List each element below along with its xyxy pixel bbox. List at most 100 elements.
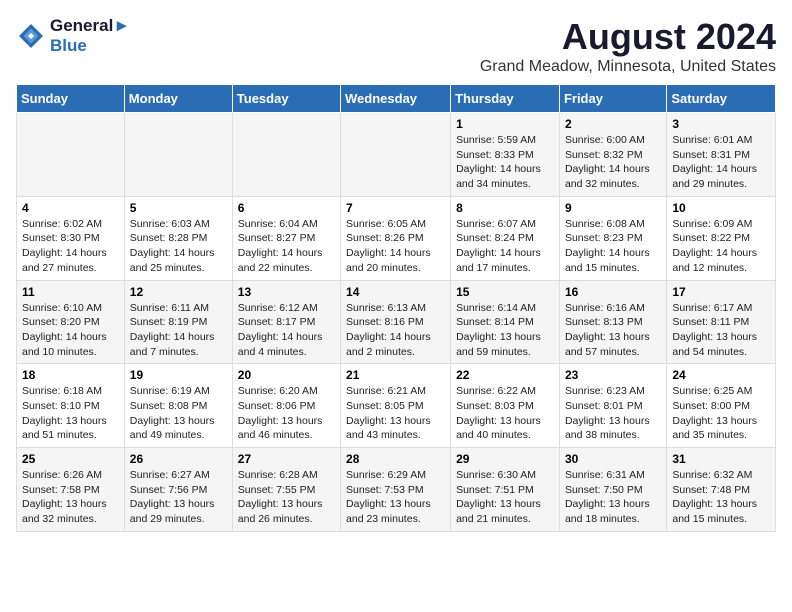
day-info: Sunrise: 6:03 AM Sunset: 8:28 PM Dayligh… [130, 217, 227, 276]
calendar-week-row: 18Sunrise: 6:18 AM Sunset: 8:10 PM Dayli… [17, 364, 776, 448]
calendar-cell: 19 Sunrise: 6:19 AM Sunset: 8:08 PM Dayli… [124, 364, 232, 448]
day-number: 18 [22, 368, 119, 382]
title-section: August 2024 Grand Meadow, Minnesota, Uni… [480, 16, 776, 76]
day-number: 9 [565, 201, 661, 215]
day-info: Sunrise: 6:07 AM Sunset: 8:24 PM Dayligh… [456, 217, 554, 276]
day-info: Sunrise: 6:11 AM Sunset: 8:19 PM Dayligh… [130, 301, 227, 360]
calendar-week-row: 25 Sunrise: 6:26 AM Sunset: 7:58 PM Dayli… [17, 448, 776, 532]
day-number: 23 [565, 368, 661, 382]
day-number: 29 [456, 452, 554, 466]
day-number: 15 [456, 285, 554, 299]
day-header-sunday: Sunday [17, 85, 125, 113]
calendar-cell: 23 Sunrise: 6:23 AM Sunset: 8:01 PM Dayli… [559, 364, 666, 448]
calendar-cell: 12 Sunrise: 6:11 AM Sunset: 8:19 PM Dayli… [124, 280, 232, 364]
calendar-cell: 13Sunrise: 6:12 AM Sunset: 8:17 PM Dayli… [232, 280, 340, 364]
calendar-cell: 1 Sunrise: 5:59 AM Sunset: 8:33 PM Daylig… [451, 113, 560, 197]
calendar-cell [341, 113, 451, 197]
calendar-cell: 11 Sunrise: 6:10 AM Sunset: 8:20 PM Dayli… [17, 280, 125, 364]
day-header-friday: Friday [559, 85, 666, 113]
subtitle: Grand Meadow, Minnesota, United States [480, 58, 776, 76]
calendar-cell: 14Sunrise: 6:13 AM Sunset: 8:16 PM Dayli… [341, 280, 451, 364]
main-title: August 2024 [480, 16, 776, 58]
day-header-saturday: Saturday [667, 85, 776, 113]
day-number: 11 [22, 285, 119, 299]
day-info: Sunrise: 6:16 AM Sunset: 8:13 PM Dayligh… [565, 301, 661, 360]
day-info: Sunrise: 6:17 AM Sunset: 8:11 PM Dayligh… [672, 301, 770, 360]
day-info: Sunrise: 6:00 AM Sunset: 8:32 PM Dayligh… [565, 133, 661, 192]
day-header-tuesday: Tuesday [232, 85, 340, 113]
day-number: 27 [238, 452, 335, 466]
calendar-header-row: SundayMondayTuesdayWednesdayThursdayFrid… [17, 85, 776, 113]
day-info: Sunrise: 6:12 AM Sunset: 8:17 PM Dayligh… [238, 301, 335, 360]
day-info: Sunrise: 6:32 AM Sunset: 7:48 PM Dayligh… [672, 468, 770, 527]
day-info: Sunrise: 6:27 AM Sunset: 7:56 PM Dayligh… [130, 468, 227, 527]
day-info: Sunrise: 6:05 AM Sunset: 8:26 PM Dayligh… [346, 217, 445, 276]
calendar-cell: 10Sunrise: 6:09 AM Sunset: 8:22 PM Dayli… [667, 196, 776, 280]
day-number: 17 [672, 285, 770, 299]
calendar-cell: 28Sunrise: 6:29 AM Sunset: 7:53 PM Dayli… [341, 448, 451, 532]
calendar-cell: 22 Sunrise: 6:22 AM Sunset: 8:03 PM Dayli… [451, 364, 560, 448]
day-header-monday: Monday [124, 85, 232, 113]
day-number: 30 [565, 452, 661, 466]
day-number: 16 [565, 285, 661, 299]
day-info: Sunrise: 6:20 AM Sunset: 8:06 PM Dayligh… [238, 384, 335, 443]
calendar-cell: 27 Sunrise: 6:28 AM Sunset: 7:55 PM Dayli… [232, 448, 340, 532]
calendar-cell: 5 Sunrise: 6:03 AM Sunset: 8:28 PM Daylig… [124, 196, 232, 280]
calendar-cell: 31Sunrise: 6:32 AM Sunset: 7:48 PM Dayli… [667, 448, 776, 532]
day-number: 5 [130, 201, 227, 215]
calendar-cell [17, 113, 125, 197]
logo-icon [16, 21, 46, 51]
calendar-cell: 18Sunrise: 6:18 AM Sunset: 8:10 PM Dayli… [17, 364, 125, 448]
day-info: Sunrise: 6:14 AM Sunset: 8:14 PM Dayligh… [456, 301, 554, 360]
day-number: 25 [22, 452, 119, 466]
calendar-cell: 9Sunrise: 6:08 AM Sunset: 8:23 PM Daylig… [559, 196, 666, 280]
day-number: 28 [346, 452, 445, 466]
day-number: 26 [130, 452, 227, 466]
day-info: Sunrise: 6:02 AM Sunset: 8:30 PM Dayligh… [22, 217, 119, 276]
calendar-cell [124, 113, 232, 197]
day-info: Sunrise: 6:04 AM Sunset: 8:27 PM Dayligh… [238, 217, 335, 276]
page-header: General► Blue August 2024 Grand Meadow, … [16, 16, 776, 76]
calendar-cell: 21Sunrise: 6:21 AM Sunset: 8:05 PM Dayli… [341, 364, 451, 448]
calendar-table: SundayMondayTuesdayWednesdayThursdayFrid… [16, 84, 776, 532]
day-info: Sunrise: 6:26 AM Sunset: 7:58 PM Dayligh… [22, 468, 119, 527]
day-number: 1 [456, 117, 554, 131]
calendar-cell: 4 Sunrise: 6:02 AM Sunset: 8:30 PM Daylig… [17, 196, 125, 280]
logo: General► Blue [16, 16, 130, 56]
day-info: Sunrise: 6:01 AM Sunset: 8:31 PM Dayligh… [672, 133, 770, 192]
day-number: 19 [130, 368, 227, 382]
day-info: Sunrise: 6:28 AM Sunset: 7:55 PM Dayligh… [238, 468, 335, 527]
day-info: Sunrise: 6:30 AM Sunset: 7:51 PM Dayligh… [456, 468, 554, 527]
day-number: 22 [456, 368, 554, 382]
calendar-cell: 25 Sunrise: 6:26 AM Sunset: 7:58 PM Dayli… [17, 448, 125, 532]
calendar-cell: 24Sunrise: 6:25 AM Sunset: 8:00 PM Dayli… [667, 364, 776, 448]
calendar-cell: 20Sunrise: 6:20 AM Sunset: 8:06 PM Dayli… [232, 364, 340, 448]
day-info: Sunrise: 6:13 AM Sunset: 8:16 PM Dayligh… [346, 301, 445, 360]
day-number: 8 [456, 201, 554, 215]
day-info: Sunrise: 6:25 AM Sunset: 8:00 PM Dayligh… [672, 384, 770, 443]
logo-text: General► Blue [50, 16, 130, 56]
day-info: Sunrise: 6:10 AM Sunset: 8:20 PM Dayligh… [22, 301, 119, 360]
day-number: 6 [238, 201, 335, 215]
calendar-cell: 30Sunrise: 6:31 AM Sunset: 7:50 PM Dayli… [559, 448, 666, 532]
calendar-cell: 2Sunrise: 6:00 AM Sunset: 8:32 PM Daylig… [559, 113, 666, 197]
day-info: Sunrise: 5:59 AM Sunset: 8:33 PM Dayligh… [456, 133, 554, 192]
day-info: Sunrise: 6:09 AM Sunset: 8:22 PM Dayligh… [672, 217, 770, 276]
calendar-cell: 29 Sunrise: 6:30 AM Sunset: 7:51 PM Dayli… [451, 448, 560, 532]
calendar-cell: 16 Sunrise: 6:16 AM Sunset: 8:13 PM Dayli… [559, 280, 666, 364]
day-number: 12 [130, 285, 227, 299]
day-number: 4 [22, 201, 119, 215]
day-info: Sunrise: 6:23 AM Sunset: 8:01 PM Dayligh… [565, 384, 661, 443]
calendar-cell: 6 Sunrise: 6:04 AM Sunset: 8:27 PM Daylig… [232, 196, 340, 280]
day-header-wednesday: Wednesday [341, 85, 451, 113]
calendar-cell: 15 Sunrise: 6:14 AM Sunset: 8:14 PM Dayli… [451, 280, 560, 364]
day-info: Sunrise: 6:22 AM Sunset: 8:03 PM Dayligh… [456, 384, 554, 443]
calendar-cell: 7 Sunrise: 6:05 AM Sunset: 8:26 PM Daylig… [341, 196, 451, 280]
calendar-week-row: 1 Sunrise: 5:59 AM Sunset: 8:33 PM Daylig… [17, 113, 776, 197]
calendar-week-row: 11 Sunrise: 6:10 AM Sunset: 8:20 PM Dayli… [17, 280, 776, 364]
day-info: Sunrise: 6:19 AM Sunset: 8:08 PM Dayligh… [130, 384, 227, 443]
day-number: 7 [346, 201, 445, 215]
day-header-thursday: Thursday [451, 85, 560, 113]
calendar-cell: 3 Sunrise: 6:01 AM Sunset: 8:31 PM Daylig… [667, 113, 776, 197]
day-number: 3 [672, 117, 770, 131]
